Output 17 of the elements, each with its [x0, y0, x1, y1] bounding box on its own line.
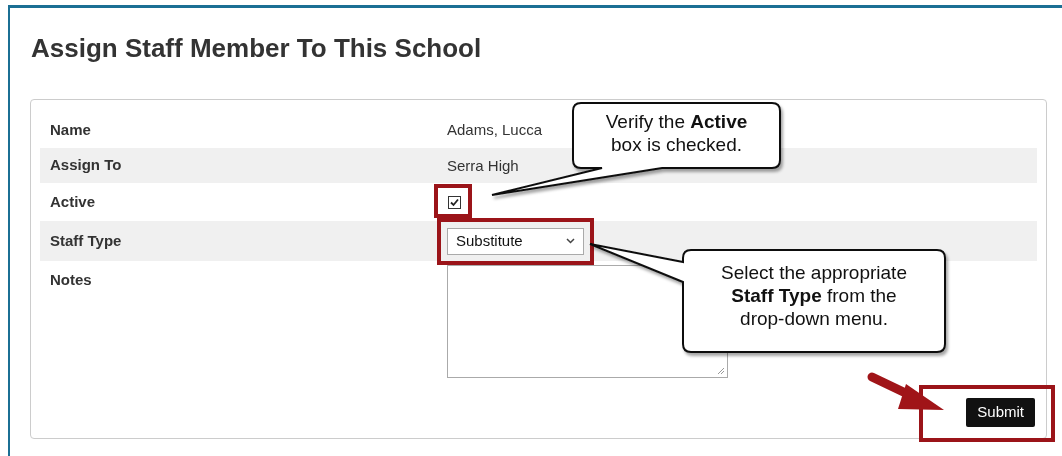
field-value: Adams, Lucca [447, 121, 543, 138]
field-label: Assign To [49, 155, 123, 176]
checkmark-icon [450, 198, 459, 207]
field-label: Name [49, 119, 92, 140]
submit-button[interactable]: Submit [966, 398, 1035, 427]
field-label: Staff Type [49, 230, 123, 251]
field-label: Active [49, 191, 97, 212]
chevron-down-icon [566, 238, 575, 244]
callout-tooltip-text: Select the appropriate Staff Type from the drop-down menu. [720, 261, 908, 330]
active-checkbox[interactable] [448, 196, 461, 209]
staff-type-select[interactable]: Substitute [447, 227, 584, 255]
callout-tooltip-text: Verify the Active box is checked. [604, 110, 749, 156]
page-title: Assign Staff Member To This School [31, 32, 483, 64]
resize-grip-icon [717, 367, 725, 375]
field-label: Notes [49, 270, 93, 290]
field-value: Serra High [447, 156, 519, 174]
arrow-icon [867, 372, 944, 410]
